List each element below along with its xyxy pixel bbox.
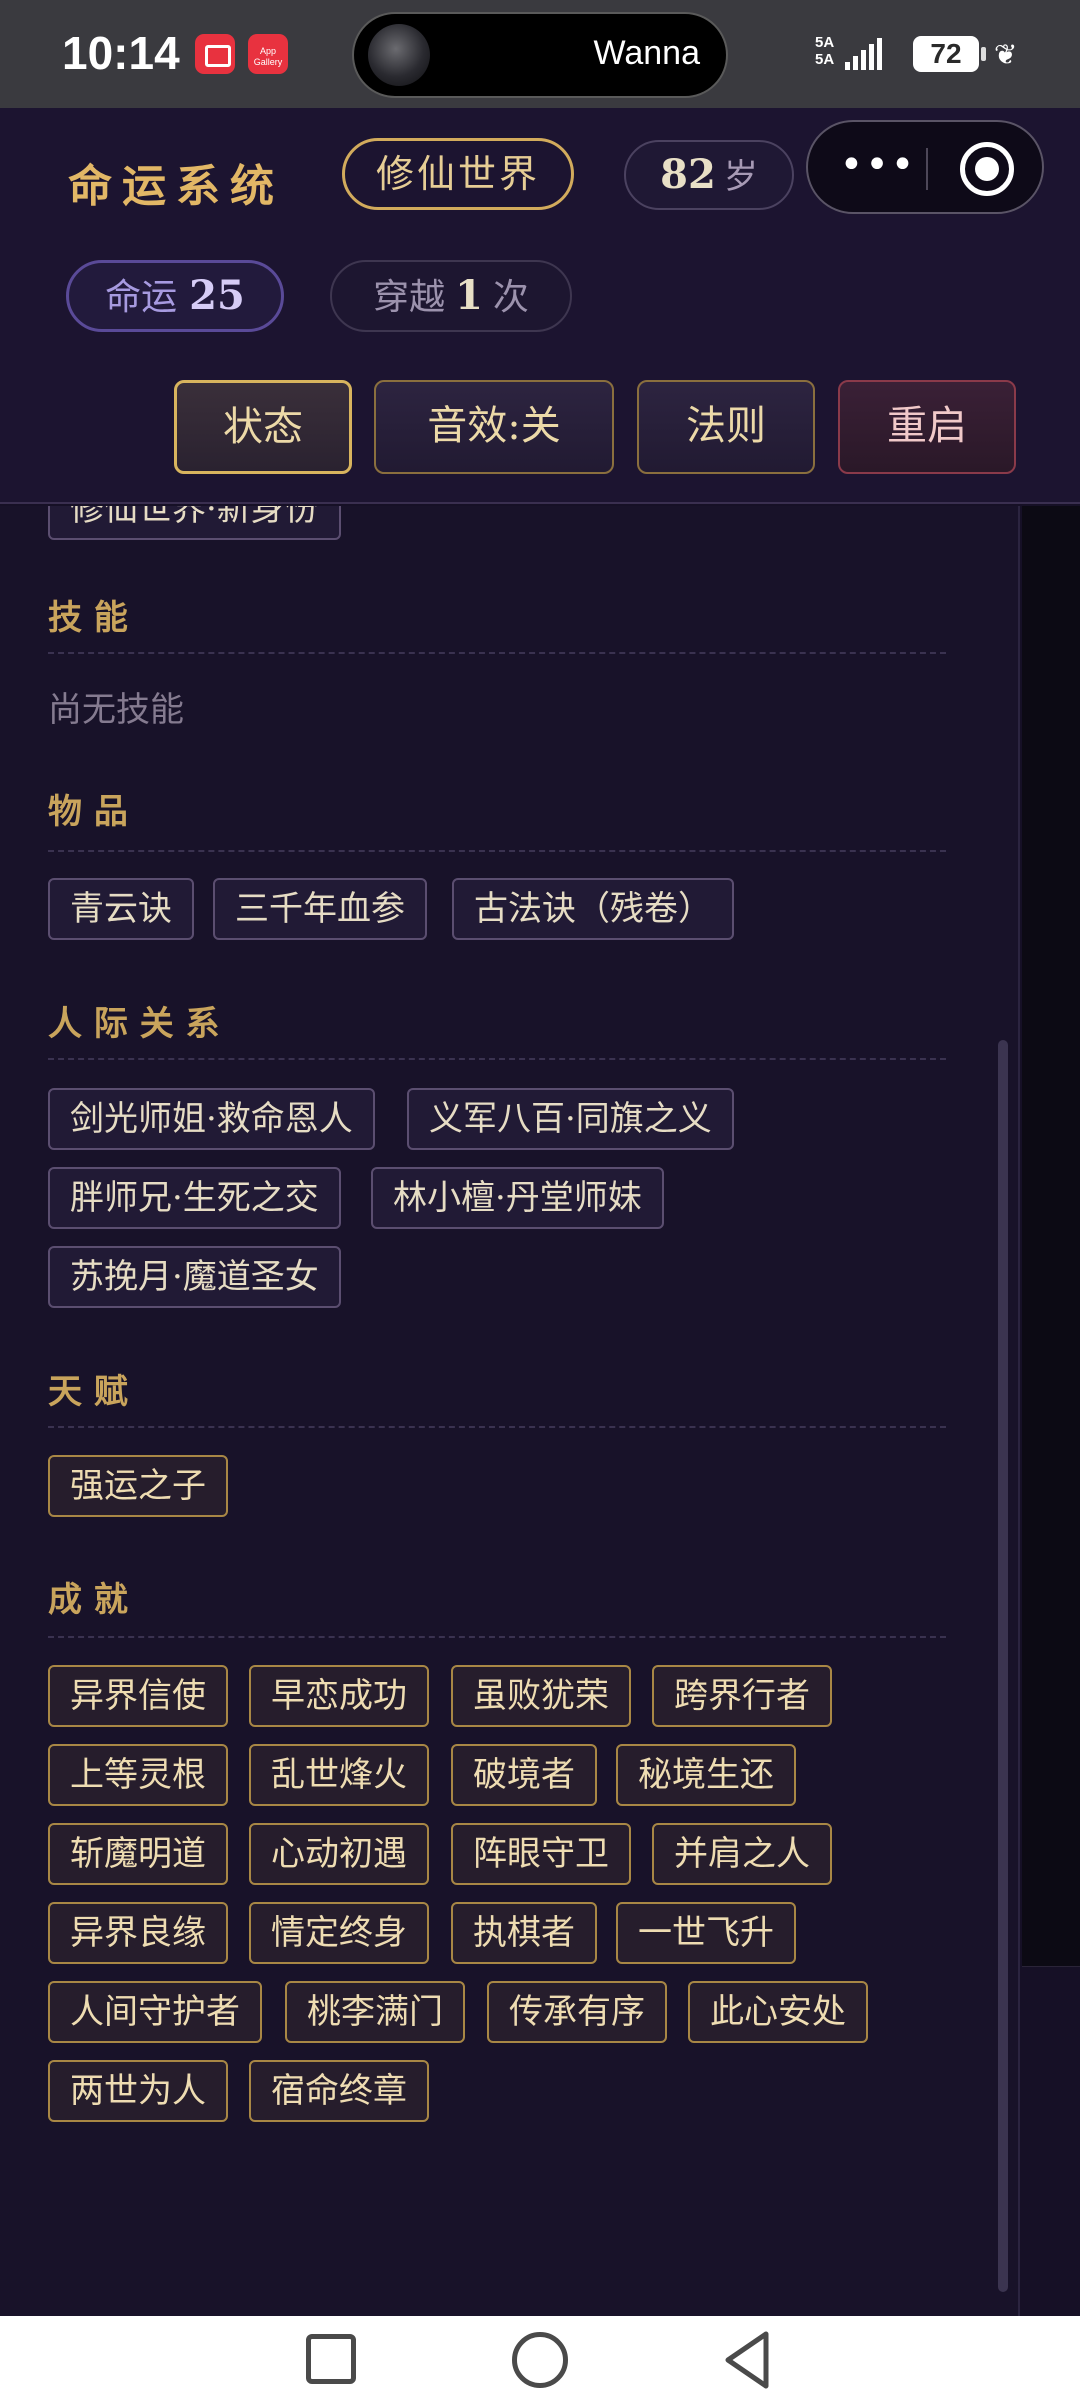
achievement-tag: 传承有序 [487, 1981, 667, 2043]
relationships-divider [48, 1058, 946, 1060]
relationship-tag: 胖师兄·生死之交 [48, 1167, 341, 1229]
achievement-tag: 异界良缘 [48, 1902, 228, 1964]
relationship-tag: 苏挽月·魔道圣女 [48, 1246, 341, 1308]
media-title: Wanna [593, 34, 700, 72]
achievement-tag: 并肩之人 [652, 1823, 832, 1885]
notification-app-icon [195, 34, 235, 74]
recent-apps-icon[interactable] [306, 2334, 356, 2384]
home-icon[interactable] [512, 2332, 568, 2388]
rules-button[interactable]: 法则 [637, 380, 815, 474]
skills-divider [48, 652, 946, 654]
crossings-prefix: 穿越 [373, 277, 446, 318]
relationships-title: 人 际 关 系 [48, 1004, 220, 1044]
achievement-tag: 秘境生还 [616, 1744, 796, 1806]
achievement-tag: 虽败犹荣 [451, 1665, 631, 1727]
fate-value: 25 [189, 272, 245, 319]
achievement-tag: 桃李满门 [285, 1981, 465, 2043]
talents-divider [48, 1426, 946, 1428]
achievement-tag: 乱世烽火 [249, 1744, 429, 1806]
scrollbar[interactable] [998, 1040, 1008, 2292]
achievement-tag: 两世为人 [48, 2060, 228, 2122]
achievement-tag: 斩魔明道 [48, 1823, 228, 1885]
identity-tag: 修仙世界·新身份 [48, 506, 341, 540]
status-button[interactable]: 状态 [174, 380, 352, 474]
power-saving-leaf-icon: ❦ [994, 38, 1018, 71]
item-tag: 古法诀（残卷） [452, 878, 734, 940]
crossings-value: 1 [455, 272, 483, 319]
status-panel: 修仙世界·新身份 技 能 尚无技能 物 品 青云诀 三千年血参 古法诀（残卷） … [0, 506, 1020, 2316]
achievement-tag: 异界信使 [48, 1665, 228, 1727]
item-tag: 青云诀 [48, 878, 194, 940]
achievement-tag: 阵眼守卫 [451, 1823, 631, 1885]
miniprogram-capsule: ••• [806, 120, 1044, 214]
close-miniprogram-icon[interactable] [960, 142, 1014, 196]
side-gutter-lower [1022, 1966, 1080, 2316]
skills-empty-text: 尚无技能 [48, 690, 184, 730]
relationship-tag: 剑光师姐·救命恩人 [48, 1088, 375, 1150]
achievement-tag: 情定终身 [249, 1902, 429, 1964]
age-badge: 82 岁 [624, 140, 794, 210]
sound-toggle-button[interactable]: 音效:关 [374, 380, 614, 474]
clock: 10:14 [62, 27, 180, 79]
world-badge: 修仙世界 [342, 138, 574, 210]
relationship-tag: 林小檀·丹堂师妹 [371, 1167, 664, 1229]
relationship-tag: 义军八百·同旗之义 [407, 1088, 734, 1150]
achievement-tag: 一世飞升 [616, 1902, 796, 1964]
app-header: 命运系统 修仙世界 82 岁 ••• 命运 25 穿越 1 次 状态 音效:关 法则 重… [0, 108, 1080, 504]
achievement-tag: 宿命终章 [249, 2060, 429, 2122]
achievement-tag: 上等灵根 [48, 1744, 228, 1806]
achievements-divider [48, 1636, 946, 1638]
restart-button[interactable]: 重启 [838, 380, 1016, 474]
album-art-icon [368, 24, 430, 86]
system-navigation-bar [0, 2316, 1080, 2403]
achievement-tag: 此心安处 [688, 1981, 868, 2043]
age-unit: 岁 [723, 157, 758, 197]
signal-icon: 5A 5A [815, 34, 899, 74]
side-gutter [1022, 506, 1080, 1966]
capsule-divider [926, 148, 928, 190]
system-status-bar: 10:14 App Gallery Wanna 5A 5A 72 ❦ [0, 0, 1080, 108]
fate-badge: 命运 25 [66, 260, 284, 332]
signal-bars-icon [845, 38, 885, 70]
achievement-tag: 跨界行者 [652, 1665, 832, 1727]
app-title: 命运系统 [68, 161, 284, 212]
achievement-tag: 心动初遇 [249, 1823, 429, 1885]
achievement-tag: 执棋者 [451, 1902, 597, 1964]
crossings-badge: 穿越 1 次 [330, 260, 572, 332]
achievements-title: 成 就 [48, 1580, 128, 1620]
talent-tag: 强运之子 [48, 1455, 228, 1517]
items-divider [48, 850, 946, 852]
achievement-tag: 早恋成功 [249, 1665, 429, 1727]
skills-title: 技 能 [48, 598, 128, 638]
achievement-tag: 破境者 [451, 1744, 597, 1806]
app-gallery-icon: App Gallery [248, 34, 288, 74]
back-icon[interactable] [718, 2328, 778, 2392]
crossings-suffix: 次 [492, 277, 529, 318]
items-title: 物 品 [48, 792, 128, 832]
achievement-tag: 人间守护者 [48, 1981, 262, 2043]
talents-title: 天 赋 [48, 1372, 128, 1412]
media-island[interactable]: Wanna [352, 12, 728, 98]
status-panel-scroll[interactable]: 修仙世界·新身份 技 能 尚无技能 物 品 青云诀 三千年血参 古法诀（残卷） … [0, 506, 1080, 2316]
item-tag: 三千年血参 [213, 878, 427, 940]
battery-icon: 72 [913, 36, 986, 72]
fate-label: 命运 [105, 277, 178, 318]
age-value: 82 [660, 151, 716, 198]
more-menu-icon[interactable]: ••• [838, 145, 918, 188]
